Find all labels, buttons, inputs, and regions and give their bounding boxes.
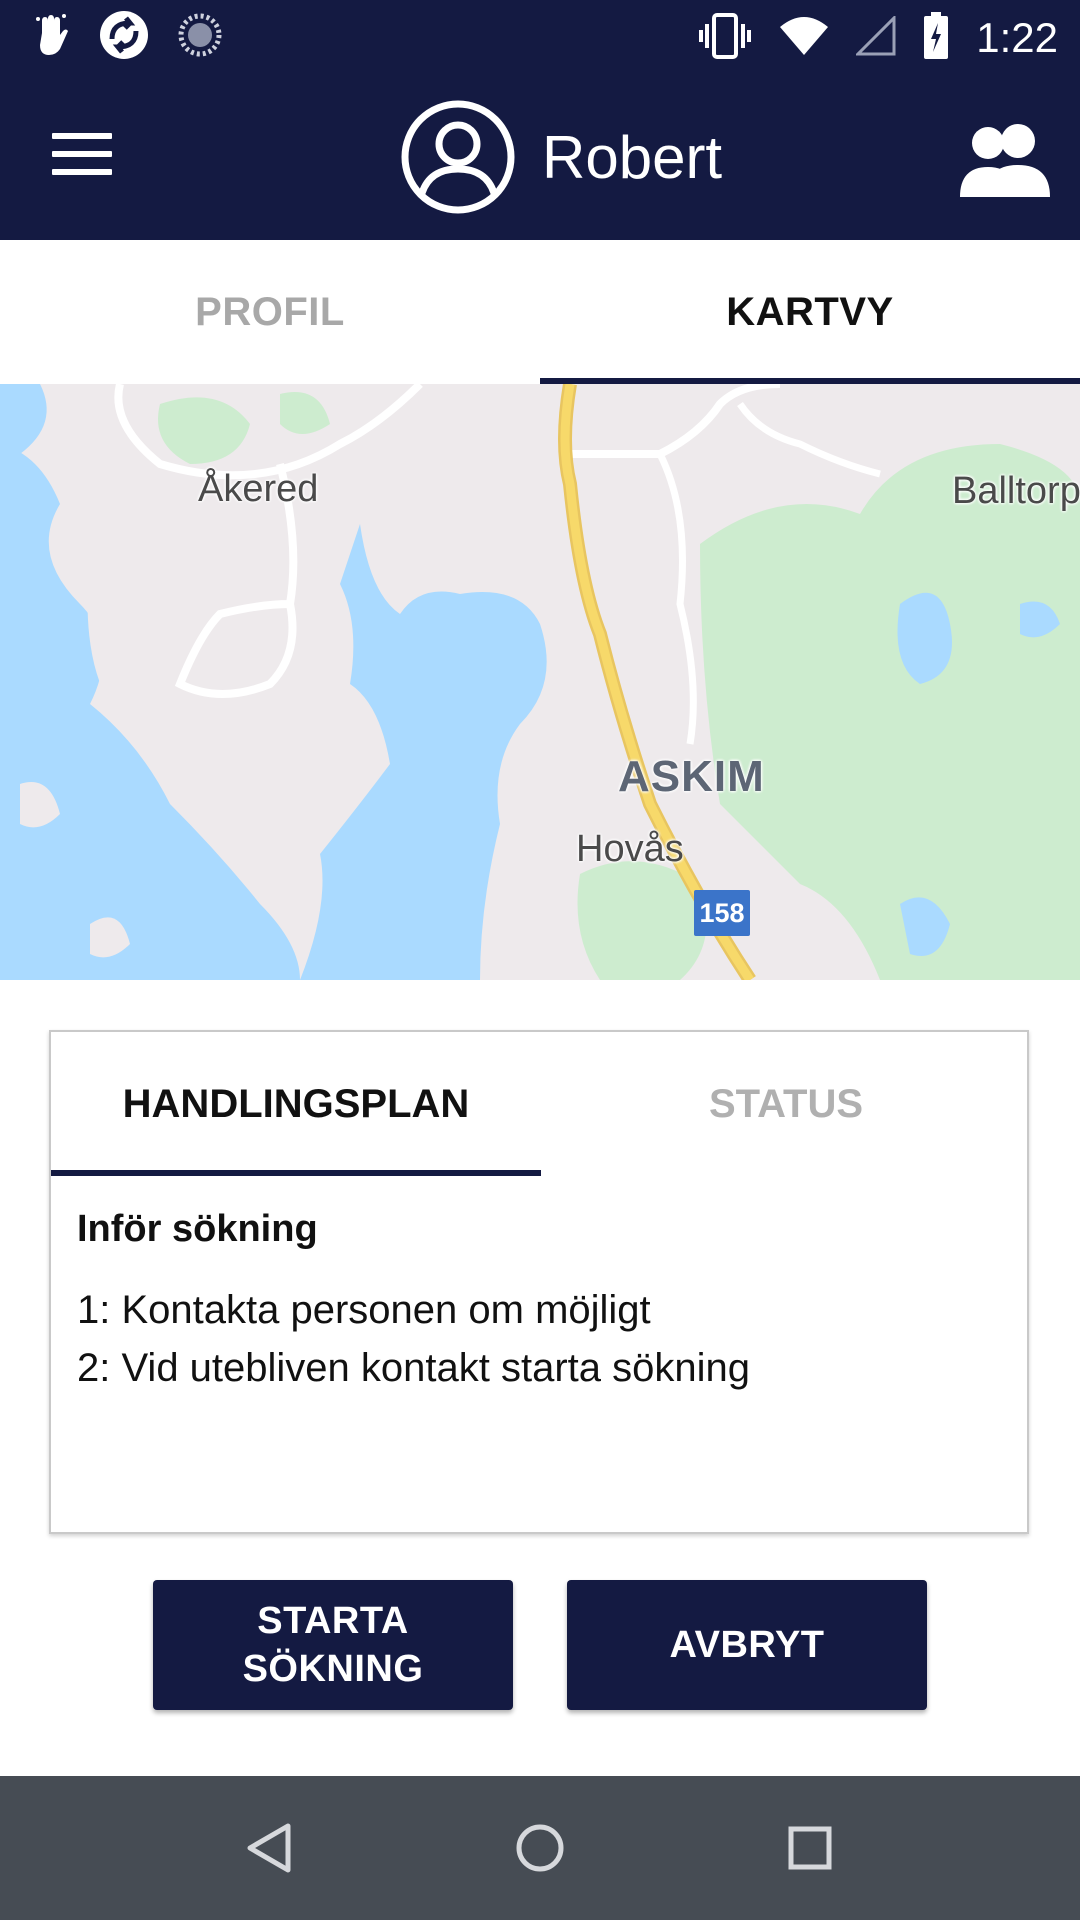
app-bar: Robert bbox=[0, 75, 1080, 240]
start-search-label-line1: STARTA bbox=[257, 1600, 409, 1642]
start-search-label-line2: SÖKNING bbox=[242, 1648, 424, 1690]
hand-wave-icon bbox=[34, 13, 70, 62]
signal-icon bbox=[854, 13, 896, 61]
loading-spinner-icon bbox=[178, 13, 222, 62]
start-search-button[interactable]: STARTA SÖKNING bbox=[153, 1580, 513, 1710]
map-label-akered: Åkered bbox=[198, 468, 319, 510]
vibrate-icon bbox=[698, 12, 752, 65]
user-avatar-icon[interactable] bbox=[400, 99, 516, 215]
map-label-hovas: Hovås bbox=[576, 828, 684, 870]
user-name: Robert bbox=[542, 124, 723, 191]
tab-status[interactable]: STATUS bbox=[541, 1032, 1031, 1176]
road-number-badge: 158 bbox=[694, 890, 750, 936]
battery-charging-icon bbox=[922, 11, 950, 65]
tab-status-label: STATUS bbox=[708, 1081, 864, 1126]
action-step-1: 1: Kontakta personen om möjligt bbox=[77, 1288, 651, 1332]
action-plan-card: HANDLINGSPLAN STATUS Inför sökning 1: Ko… bbox=[49, 1030, 1029, 1534]
action-step-2: 2: Vid utebliven kontakt starta sökning bbox=[77, 1346, 751, 1390]
status-bar: 1:22 bbox=[0, 0, 1080, 75]
back-icon[interactable] bbox=[234, 1812, 306, 1884]
card-heading: Inför sökning bbox=[77, 1208, 318, 1250]
top-tabs: PROFIL KARTVY bbox=[0, 240, 1080, 384]
wifi-icon bbox=[778, 15, 830, 62]
tab-kartvy[interactable]: KARTVY bbox=[540, 240, 1080, 384]
map-view[interactable]: Åkered Balltorp ASKIM Hovås bbox=[0, 384, 1080, 980]
recents-icon[interactable] bbox=[774, 1812, 846, 1884]
circular-arrows-icon bbox=[98, 9, 150, 66]
tab-handlingsplan-label: HANDLINGSPLAN bbox=[122, 1081, 470, 1126]
map-label-balltorp: Balltorp bbox=[952, 470, 1080, 512]
tab-profil[interactable]: PROFIL bbox=[0, 240, 540, 384]
group-people-icon[interactable] bbox=[956, 119, 1056, 199]
cancel-button-label: AVBRYT bbox=[669, 1624, 825, 1666]
hamburger-menu-icon[interactable] bbox=[52, 133, 112, 181]
tab-profil-label: PROFIL bbox=[195, 289, 345, 334]
home-icon[interactable] bbox=[504, 1812, 576, 1884]
tab-handlingsplan[interactable]: HANDLINGSPLAN bbox=[51, 1032, 541, 1176]
map-label-askim: ASKIM bbox=[618, 752, 765, 801]
clock: 1:22 bbox=[976, 14, 1058, 61]
system-nav-bar bbox=[0, 1776, 1080, 1920]
tab-kartvy-label: KARTVY bbox=[726, 289, 894, 334]
card-tab-indicator bbox=[51, 1170, 541, 1176]
cancel-button[interactable]: AVBRYT bbox=[567, 1580, 927, 1710]
